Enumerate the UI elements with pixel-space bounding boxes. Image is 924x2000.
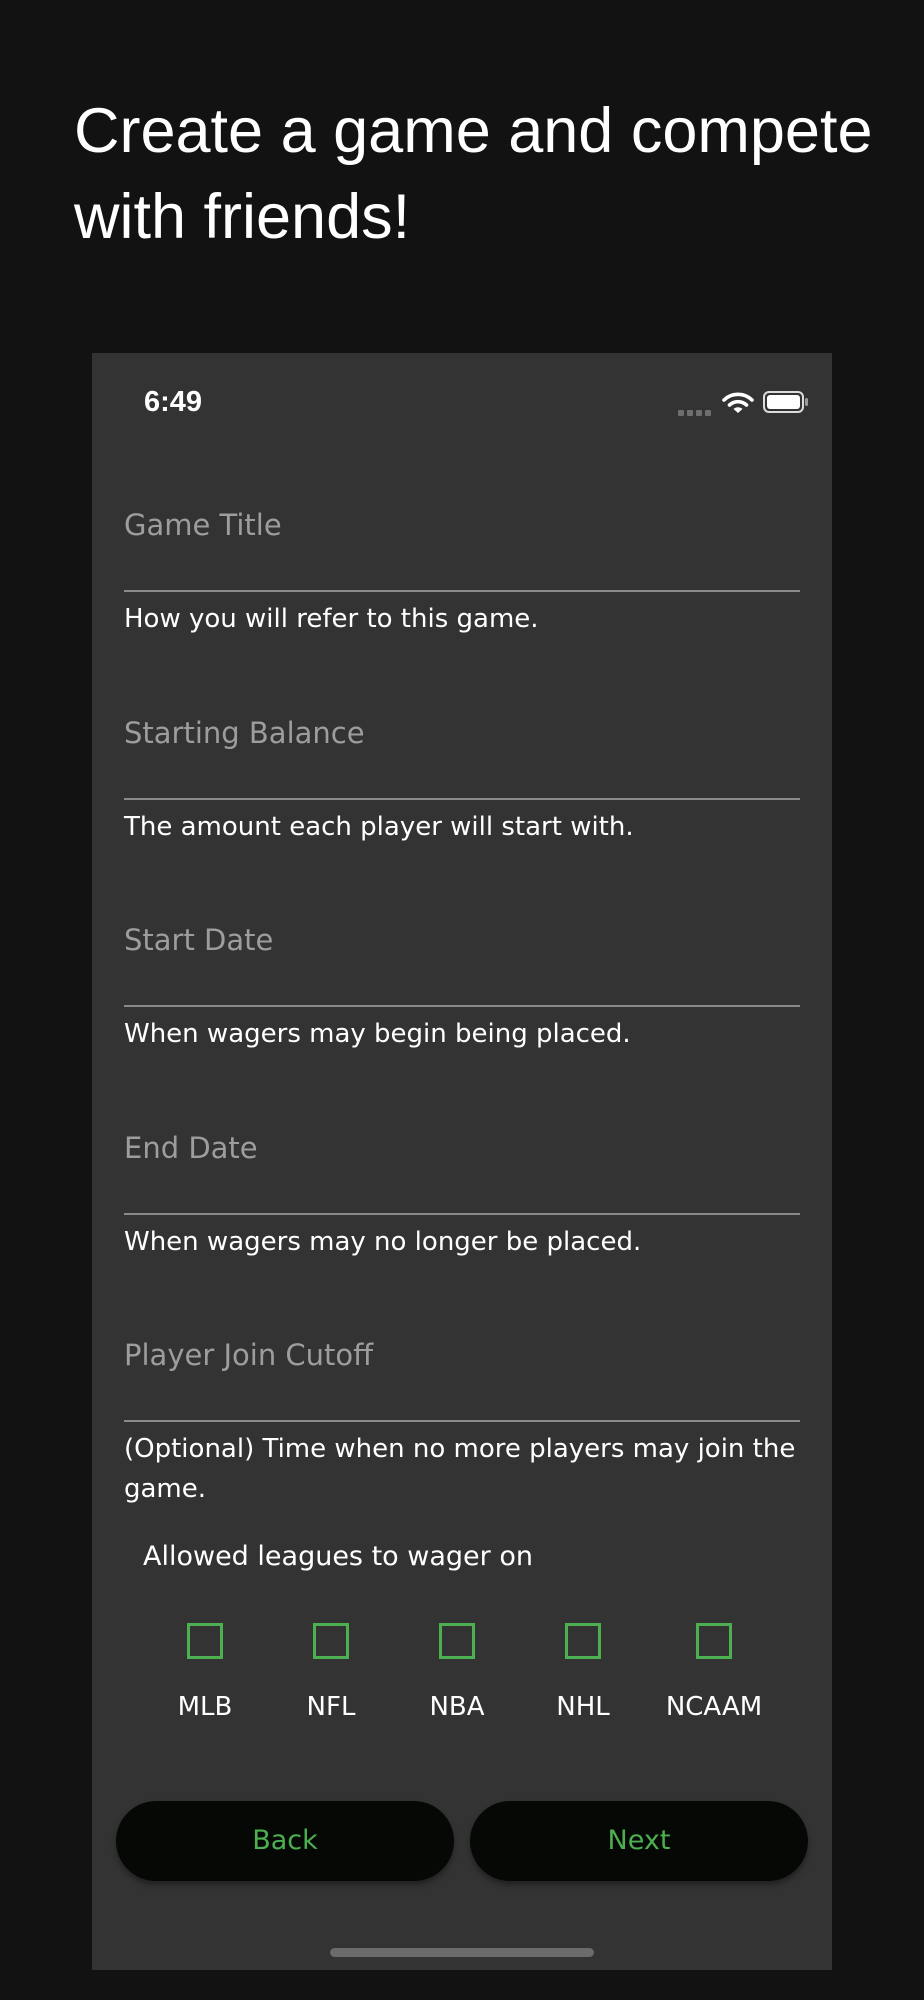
nba-checkbox[interactable] bbox=[439, 1623, 475, 1659]
nfl-checkbox[interactable] bbox=[313, 1623, 349, 1659]
league-option-mlb: MLB bbox=[145, 1623, 265, 1733]
league-option-nfl: NFL bbox=[271, 1623, 391, 1733]
starting-balance-underline bbox=[124, 798, 800, 800]
starting-balance-help: The amount each player will start with. bbox=[124, 812, 634, 842]
game-title-label: Game Title bbox=[124, 508, 282, 542]
allowed-leagues-title: Allowed leagues to wager on bbox=[143, 1541, 533, 1572]
end-date-underline bbox=[124, 1213, 800, 1215]
league-option-nba: NBA bbox=[397, 1623, 517, 1733]
nhl-label: NHL bbox=[556, 1692, 610, 1722]
nfl-label: NFL bbox=[306, 1692, 356, 1722]
start-date-label: Start Date bbox=[124, 923, 274, 957]
battery-icon bbox=[763, 391, 808, 413]
league-option-nhl: NHL bbox=[523, 1623, 643, 1733]
end-date-label: End Date bbox=[124, 1131, 258, 1165]
wifi-icon bbox=[722, 392, 754, 413]
next-button[interactable]: Next bbox=[470, 1801, 808, 1881]
phone-screen: 6:49 Game Title How you will refer to th… bbox=[92, 353, 832, 1970]
home-indicator[interactable] bbox=[330, 1948, 594, 1957]
starting-balance-label: Starting Balance bbox=[124, 716, 365, 750]
promo-headline: Create a game and compete with friends! bbox=[74, 96, 873, 252]
nba-label: NBA bbox=[429, 1692, 485, 1722]
player-join-cutoff-label: Player Join Cutoff bbox=[124, 1338, 374, 1372]
ncaam-label: NCAAM bbox=[665, 1692, 763, 1722]
start-date-underline bbox=[124, 1005, 800, 1007]
league-option-ncaam: NCAAM bbox=[654, 1623, 774, 1733]
game-title-underline bbox=[124, 590, 800, 592]
player-join-cutoff-underline bbox=[124, 1420, 800, 1422]
back-button[interactable]: Back bbox=[116, 1801, 454, 1881]
mlb-checkbox[interactable] bbox=[187, 1623, 223, 1659]
nhl-checkbox[interactable] bbox=[565, 1623, 601, 1659]
start-date-help: When wagers may begin being placed. bbox=[124, 1019, 631, 1049]
end-date-help: When wagers may no longer be placed. bbox=[124, 1227, 642, 1257]
ncaam-checkbox[interactable] bbox=[696, 1623, 732, 1659]
status-time: 6:49 bbox=[144, 386, 203, 418]
player-join-cutoff-help: (Optional) Time when no more players may… bbox=[124, 1434, 796, 1504]
signal-icon bbox=[678, 410, 711, 416]
mlb-label: MLB bbox=[177, 1692, 233, 1722]
game-title-help: How you will refer to this game. bbox=[124, 604, 539, 634]
